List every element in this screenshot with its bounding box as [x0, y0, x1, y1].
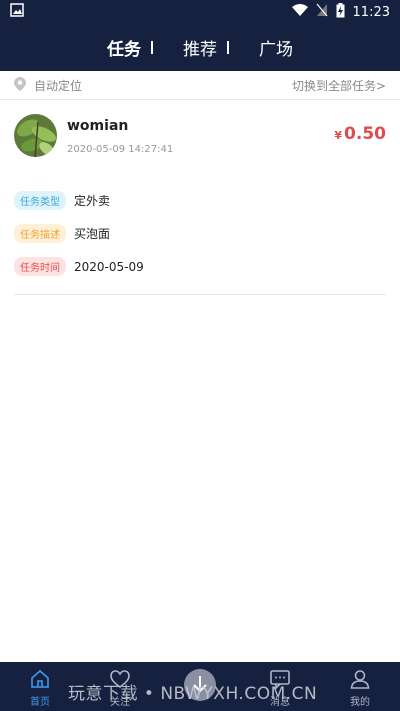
tab-task[interactable]: 任务 — [107, 35, 153, 60]
nav-home[interactable]: 首页 — [10, 662, 70, 708]
task-type-row: 任务类型 定外卖 — [14, 191, 386, 210]
task-time-value: 2020-05-09 — [74, 259, 144, 274]
avatar[interactable] — [14, 114, 57, 157]
task-card[interactable]: womian 2020-05-09 14:27:41 ¥0.50 — [0, 100, 400, 157]
price-value: 0.50 — [344, 124, 386, 144]
price-currency: ¥ — [334, 129, 343, 142]
nav-home-label: 首页 — [30, 697, 50, 708]
no-sim-icon — [316, 3, 328, 21]
task-type-tag: 任务类型 — [14, 191, 66, 210]
task-desc-row: 任务描述 买泡面 — [14, 224, 386, 243]
user-icon — [349, 668, 371, 693]
nav-mine[interactable]: 我的 — [330, 662, 390, 708]
tab-task-label: 任务 — [107, 40, 141, 60]
auto-location-label[interactable]: 自动定位 — [34, 77, 82, 94]
task-desc-tag: 任务描述 — [14, 224, 66, 243]
location-bar: 自动定位 切换到全部任务> — [0, 71, 400, 100]
task-desc-value: 买泡面 — [74, 227, 111, 241]
divider — [14, 294, 386, 295]
task-time-row: 任务时间 2020-05-09 — [14, 257, 386, 276]
task-details: 任务类型 定外卖 任务描述 买泡面 任务时间 2020-05-09 — [0, 157, 400, 276]
task-time-tag: 任务时间 — [14, 257, 66, 276]
task-price: ¥0.50 — [334, 124, 386, 144]
top-tab-bar: 任务 推荐 广场 — [0, 24, 400, 71]
wifi-icon — [291, 3, 308, 21]
tab-separator — [227, 41, 229, 54]
switch-all-tasks-link[interactable]: 切换到全部任务> — [292, 77, 386, 94]
task-type-value: 定外卖 — [74, 194, 111, 208]
tab-recommend[interactable]: 推荐 — [183, 35, 229, 60]
nav-mine-label: 我的 — [350, 697, 370, 708]
gallery-icon — [10, 3, 24, 21]
user-name: womian — [67, 118, 129, 134]
tab-separator — [151, 41, 153, 54]
location-pin-icon — [14, 76, 26, 94]
battery-charging-icon — [336, 2, 345, 22]
tab-square[interactable]: 广场 — [259, 35, 293, 60]
tab-square-label: 广场 — [259, 40, 293, 60]
home-icon — [29, 668, 51, 693]
tab-recommend-label: 推荐 — [183, 40, 217, 60]
status-time: 11:23 — [352, 4, 390, 20]
status-bar: 11:23 — [0, 0, 400, 24]
watermark: 玩意下载 • NBWYXH.COM.CN — [68, 684, 318, 704]
post-timestamp: 2020-05-09 14:27:41 — [67, 144, 174, 155]
